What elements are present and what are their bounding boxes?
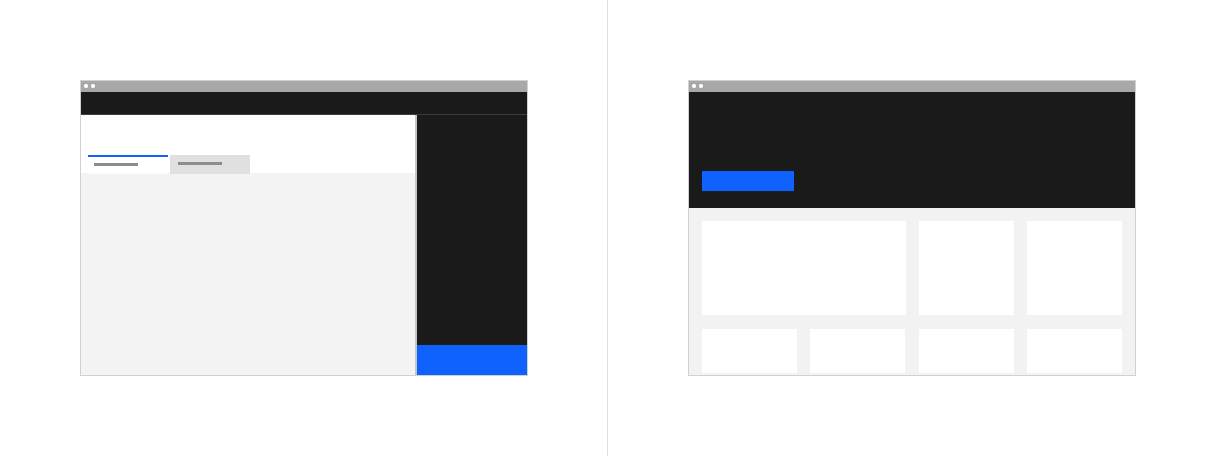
card-tile[interactable]	[919, 221, 1014, 315]
center-divider	[607, 0, 608, 456]
hero-cta-button[interactable]	[702, 171, 794, 191]
card-small[interactable]	[810, 329, 905, 373]
window-dot-icon	[91, 84, 95, 88]
window-dot-icon	[84, 84, 88, 88]
side-panel	[417, 115, 527, 375]
window-dot-icon	[699, 84, 703, 88]
browser-chrome-bar	[81, 81, 527, 92]
page-content	[81, 115, 415, 375]
card-featured[interactable]	[702, 221, 906, 315]
hero-banner	[689, 92, 1135, 208]
tab-label-placeholder	[94, 163, 138, 166]
side-panel-primary-button[interactable]	[417, 345, 527, 375]
browser-window-right	[688, 80, 1136, 376]
card-small[interactable]	[702, 329, 797, 373]
tab-unselected[interactable]	[170, 155, 250, 174]
tab-selected[interactable]	[88, 155, 168, 174]
app-header	[81, 92, 527, 114]
card-small[interactable]	[1027, 329, 1122, 373]
tab-label-placeholder	[178, 162, 222, 165]
card-grid	[689, 208, 1135, 375]
browser-window-left	[80, 80, 528, 376]
browser-chrome-bar	[689, 81, 1135, 92]
card-small[interactable]	[919, 329, 1014, 373]
window-dot-icon	[692, 84, 696, 88]
card-tile[interactable]	[1027, 221, 1122, 315]
